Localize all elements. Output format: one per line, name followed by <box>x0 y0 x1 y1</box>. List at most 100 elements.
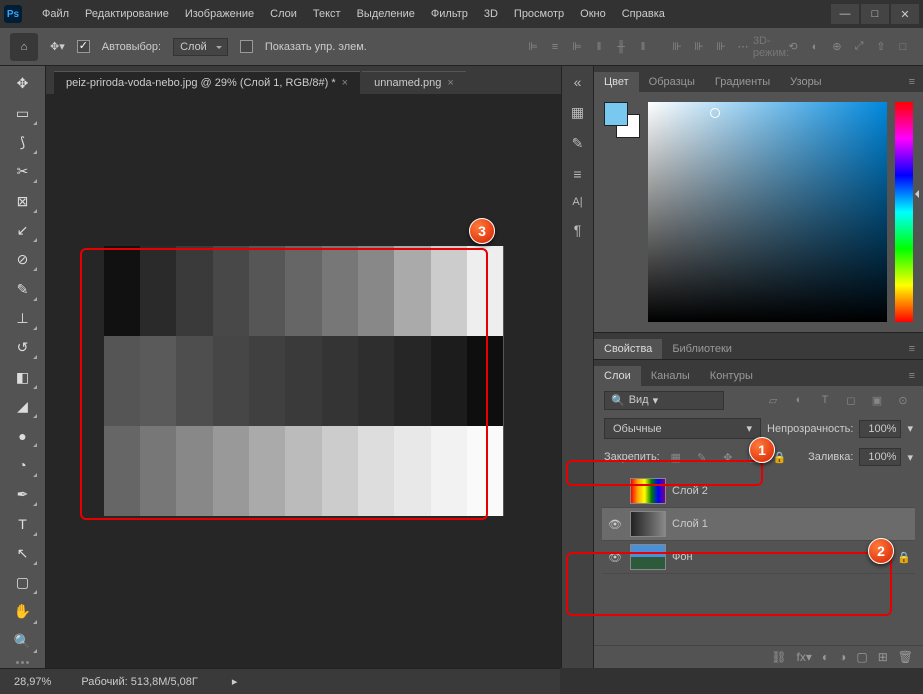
close-tab-icon[interactable]: × <box>342 77 348 89</box>
menu-text[interactable]: Текст <box>305 4 349 24</box>
close-tab-icon[interactable]: × <box>447 77 453 89</box>
tab-libraries[interactable]: Библиотеки <box>662 339 742 359</box>
filter-shape-icon[interactable]: ◻ <box>841 390 861 410</box>
crop-tool[interactable]: ✂ <box>7 158 39 185</box>
opacity-input[interactable]: 100% <box>859 420 901 438</box>
layer-name[interactable]: Слой 1 <box>672 518 708 530</box>
layer-thumbnail[interactable] <box>630 544 666 570</box>
showctrl-checkbox[interactable] <box>240 40 253 53</box>
layer-name[interactable]: Слой 2 <box>672 485 708 497</box>
lasso-tool[interactable]: ⟆ <box>7 129 39 156</box>
zoom-tool[interactable]: 🔍 <box>7 628 39 655</box>
document-tab[interactable]: unnamed.png× <box>362 71 466 94</box>
doc-info[interactable]: Рабочий: 513,8M/5,08Г <box>81 676 198 688</box>
menu-help[interactable]: Справка <box>614 4 673 24</box>
link-layers-icon[interactable]: ⛓ <box>771 650 786 664</box>
adjustment-layer-icon[interactable]: ◑ <box>839 650 846 664</box>
menu-window[interactable]: Окно <box>572 4 614 24</box>
visibility-icon[interactable]: 👁 <box>606 551 624 564</box>
close-button[interactable]: ✕ <box>891 4 919 24</box>
tab-gradients[interactable]: Градиенты <box>705 72 780 92</box>
canvas[interactable] <box>104 246 504 516</box>
heal-tool[interactable]: ⊘ <box>7 246 39 273</box>
align-icon[interactable]: ⊫ <box>523 37 543 57</box>
history-brush-tool[interactable]: ↺ <box>7 334 39 361</box>
edit-toolbar[interactable] <box>16 661 29 664</box>
distribute-icon[interactable]: ⊪ <box>667 37 687 57</box>
menu-edit[interactable]: Редактирование <box>77 4 177 24</box>
color-picker[interactable] <box>648 102 887 322</box>
document-tab[interactable]: peiz-priroda-voda-nebo.jpg @ 29% (Слой 1… <box>54 71 360 94</box>
mode3d-icon[interactable]: ⤢ <box>849 37 869 57</box>
layer-mask-icon[interactable]: ◐ <box>822 650 829 664</box>
pen-tool[interactable]: ✒ <box>7 481 39 508</box>
lock-icon[interactable]: 🔒 <box>897 551 911 564</box>
menu-3d[interactable]: 3D <box>476 4 506 24</box>
visibility-icon[interactable]: 👁 <box>606 518 624 531</box>
filter-toggle[interactable]: ⊙ <box>893 390 913 410</box>
hand-tool[interactable]: ✋ <box>7 598 39 625</box>
menu-filter[interactable]: Фильтр <box>423 4 476 24</box>
menu-file[interactable]: Файл <box>34 4 77 24</box>
home-button[interactable]: ⌂ <box>10 33 38 61</box>
eyedropper-tool[interactable]: ↙ <box>7 217 39 244</box>
dodge-tool[interactable]: ◔ <box>7 451 39 478</box>
lock-transparent-icon[interactable]: ▦ <box>666 447 686 467</box>
layer-item[interactable]: Слой 2 <box>602 475 915 508</box>
tab-properties[interactable]: Свойства <box>594 339 662 359</box>
zoom-level[interactable]: 28,97% <box>14 676 51 688</box>
path-tool[interactable]: ↖ <box>7 540 39 567</box>
delete-layer-icon[interactable]: 🗑 <box>898 650 913 664</box>
search-icon[interactable]: □ <box>893 37 913 57</box>
type-tool[interactable]: T <box>7 510 39 537</box>
frame-tool[interactable]: ⊠ <box>7 187 39 214</box>
more-icon[interactable]: ⋯ <box>733 37 753 57</box>
tab-paths[interactable]: Контуры <box>700 366 763 386</box>
layer-thumbnail[interactable] <box>630 511 666 537</box>
canvas-area[interactable] <box>46 94 561 668</box>
filter-type-icon[interactable]: T <box>815 390 835 410</box>
mode3d-icon[interactable]: ⊕ <box>827 37 847 57</box>
menu-image[interactable]: Изображение <box>177 4 262 24</box>
swatches-icon[interactable]: ▦ <box>571 104 584 121</box>
brushes-icon[interactable]: ✎ <box>572 135 584 152</box>
character-icon[interactable]: A| <box>572 196 582 208</box>
layer-filter-dropdown[interactable]: 🔍 Вид ▾ <box>604 391 724 410</box>
group-icon[interactable]: ▢ <box>856 650 867 664</box>
hue-slider[interactable] <box>895 102 913 322</box>
blur-tool[interactable]: ● <box>7 422 39 449</box>
layer-fx-icon[interactable]: fx▾ <box>797 650 812 664</box>
panel-menu-icon[interactable]: ≡ <box>901 339 923 359</box>
panel-menu-icon[interactable]: ≡ <box>901 72 923 92</box>
distribute-icon[interactable]: ⊪ <box>711 37 731 57</box>
brush-tool[interactable]: ✎ <box>7 275 39 302</box>
distribute-icon[interactable]: ⊪ <box>689 37 709 57</box>
new-layer-icon[interactable]: ⊞ <box>878 650 888 664</box>
maximize-button[interactable]: □ <box>861 4 889 24</box>
align-icon[interactable]: ≡ <box>545 37 565 57</box>
lock-pixels-icon[interactable]: ✎ <box>692 447 712 467</box>
shape-tool[interactable]: ▢ <box>7 569 39 596</box>
eraser-tool[interactable]: ◧ <box>7 363 39 390</box>
stamp-tool[interactable]: ⊥ <box>7 305 39 332</box>
tab-swatches[interactable]: Образцы <box>639 72 705 92</box>
filter-smart-icon[interactable]: ▣ <box>867 390 887 410</box>
layer-item[interactable]: 👁 Слой 1 <box>602 508 915 541</box>
filter-adjust-icon[interactable]: ◐ <box>789 390 809 410</box>
mode3d-icon[interactable]: ⟲ <box>783 37 803 57</box>
fill-input[interactable]: 100% <box>859 448 901 466</box>
tab-color[interactable]: Цвет <box>594 72 639 92</box>
align-icon[interactable]: ⊫ <box>567 37 587 57</box>
align-icon[interactable]: ‖ <box>589 37 609 57</box>
layer-thumbnail[interactable] <box>630 478 666 504</box>
menu-select[interactable]: Выделение <box>349 4 423 24</box>
blend-mode-dropdown[interactable]: Обычные▾ <box>604 418 761 439</box>
tab-patterns[interactable]: Узоры <box>780 72 831 92</box>
fg-bg-swatches[interactable] <box>604 102 640 138</box>
share-icon[interactable]: ⇧ <box>871 37 891 57</box>
minimize-button[interactable]: — <box>831 4 859 24</box>
autoselect-dropdown[interactable]: Слой <box>173 38 228 56</box>
autoselect-checkbox[interactable] <box>77 40 90 53</box>
menu-view[interactable]: Просмотр <box>506 4 572 24</box>
lock-position-icon[interactable]: ✥ <box>718 447 738 467</box>
